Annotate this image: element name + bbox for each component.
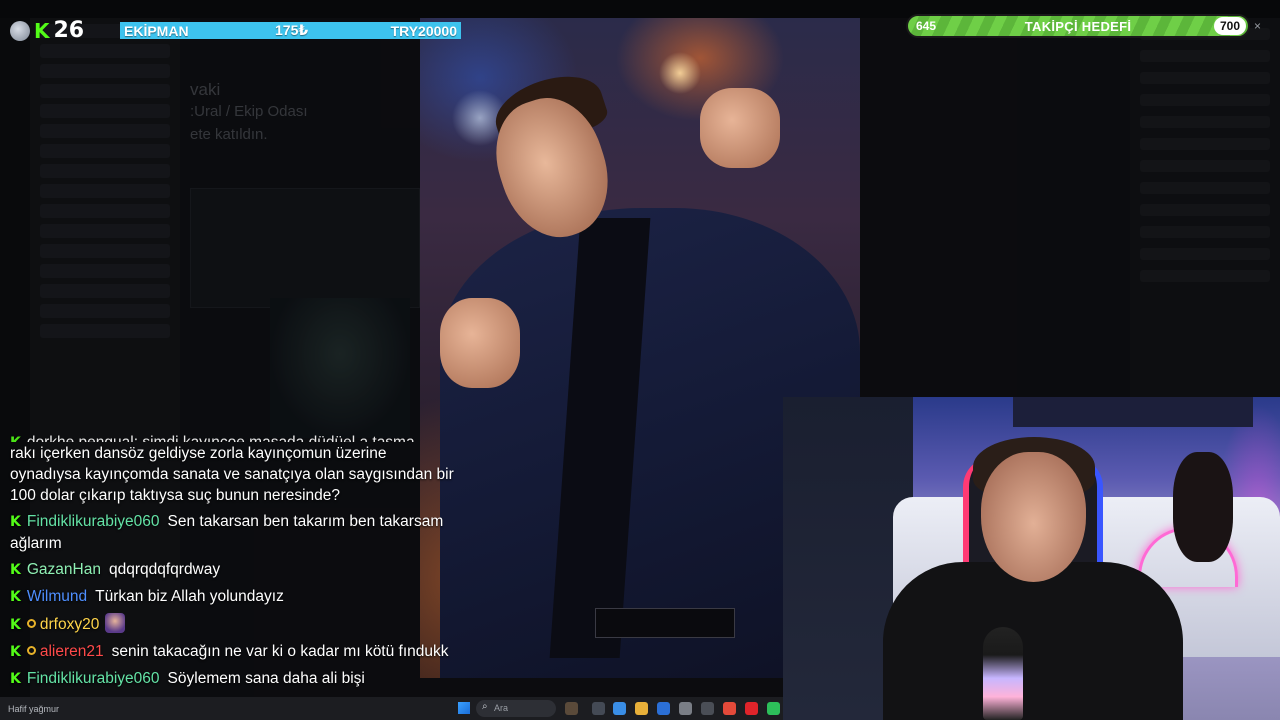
taskbar-app-icon[interactable] <box>592 702 605 715</box>
webcam-plush-toy <box>1173 452 1233 562</box>
photo-right-fist <box>700 88 780 168</box>
chat-username[interactable]: GazanHan <box>27 561 101 578</box>
chat-text: Söylemem sana daha ali bişi <box>167 670 365 687</box>
chat-username[interactable]: drfoxy20 <box>40 616 99 633</box>
kick-badge-icon: K <box>10 562 21 578</box>
subscriber-badge-icon <box>26 619 36 628</box>
kick-badge-icon: K <box>10 514 21 530</box>
windows-taskbar: Hafif yağmur Ara ⌕ <box>0 697 783 720</box>
photo-left-fist <box>440 298 520 388</box>
viewer-count: 26 <box>53 18 85 43</box>
bg-video-thumbnail <box>190 188 420 308</box>
webcam-streamer-face <box>981 452 1086 582</box>
equipment-current: 175₺ <box>275 22 309 38</box>
bg-text-3: ete katıldın. <box>190 126 268 143</box>
chat-overlay: Kdorkhe pengual: şimdi kayınçoe masada d… <box>0 432 470 720</box>
windows-start-icon[interactable] <box>458 702 470 714</box>
chat-username[interactable]: Findiklikurabiye060 <box>27 513 160 530</box>
emote-avatar-icon <box>105 613 126 633</box>
weather-widget[interactable]: Hafif yağmur <box>8 704 59 714</box>
goal-end-value: 700 <box>1213 17 1246 35</box>
kick-badge-icon: K <box>10 644 21 660</box>
chat-username[interactable]: Wilmund <box>27 588 87 605</box>
close-icon[interactable]: × <box>1254 19 1261 33</box>
bg-person-image <box>270 298 410 438</box>
webcam-feed <box>783 397 1280 720</box>
chat-message: K Wilmund Türkan biz Allah yolundayız <box>10 586 460 608</box>
chat-message: K Findiklikurabiye060 Söylemem sana daha a… <box>10 668 460 690</box>
chrome-icon[interactable] <box>723 702 736 715</box>
folder-icon[interactable] <box>635 702 648 715</box>
equipment-bar: EKİPMAN 175₺ TRY20000 <box>120 22 461 39</box>
chat-message: rakı içerken dansöz geldiyse zorla kayın… <box>10 443 460 506</box>
chat-text: qdqrqdqfqrdway <box>108 561 221 578</box>
photo-belt <box>595 608 735 638</box>
whatsapp-icon[interactable] <box>767 702 780 715</box>
bg-text-1: vaki <box>190 80 221 99</box>
taskbar-app-icon[interactable] <box>565 702 578 715</box>
kick-badge-icon: K <box>10 589 21 605</box>
edge-icon[interactable] <box>613 702 626 715</box>
chat-message: K Findiklikurabiye060 Sen takarsan ben tak… <box>10 511 460 554</box>
webcam-streamer-shirt <box>883 562 1183 720</box>
member-list <box>1130 18 1280 418</box>
stream-overlay: vaki :Ural / Ekip Odası ete katıldın. K … <box>0 0 1280 720</box>
subscriber-badge-icon <box>26 646 36 655</box>
taskbar-search[interactable]: Ara <box>476 700 556 717</box>
chat-message: K GazanHan qdqrqdqfqrdway <box>10 559 460 581</box>
taskbar-app-icon[interactable] <box>679 702 692 715</box>
chat-text: Türkan biz Allah yolundayız <box>95 588 284 605</box>
viewer-badge: K 26 <box>10 18 84 43</box>
kick-badge-icon: K <box>10 433 21 442</box>
chat-message: Kalieren21 senin takacağın ne var ki o ka… <box>10 641 460 663</box>
chat-username[interactable]: alieren21 <box>40 643 104 660</box>
search-icon: ⌕ <box>482 701 488 712</box>
goal-label: TAKİPÇİ HEDEFİ <box>1024 18 1132 34</box>
webcam-microphone <box>983 627 1023 720</box>
chat-text: rakı içerken dansöz geldiyse zorla kayın… <box>10 445 454 504</box>
chat-message: Kdrfoxy20 <box>10 613 460 636</box>
kick-badge-icon: K <box>10 617 21 633</box>
equipment-target: TRY20000 <box>390 22 457 39</box>
follower-goal-bar: 645 TAKİPÇİ HEDEFİ 700 <box>906 14 1250 38</box>
equipment-label: EKİPMAN <box>124 22 189 39</box>
youtube-icon[interactable] <box>745 702 758 715</box>
kick-logo-icon: K <box>34 18 50 43</box>
bg-text-2: :Ural / Ekip Odası <box>190 103 308 120</box>
kick-badge-icon: K <box>10 671 21 687</box>
taskbar-app-icon[interactable] <box>701 702 714 715</box>
taskbar-app-icon[interactable] <box>657 702 670 715</box>
chat-text: senin takacağın ne var ki o kadar mı köt… <box>111 643 449 660</box>
webcam-frames <box>1013 397 1253 427</box>
channel-avatar <box>10 20 30 41</box>
chat-username[interactable]: Findiklikurabiye060 <box>27 670 160 687</box>
chat-message-cut: Kdorkhe pengual: şimdi kayınçoe masada d… <box>10 432 460 442</box>
